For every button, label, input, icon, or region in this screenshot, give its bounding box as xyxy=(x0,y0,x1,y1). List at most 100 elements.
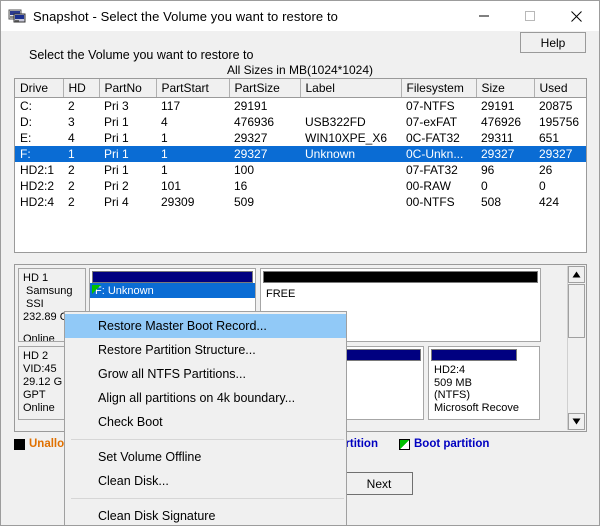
table-row[interactable]: E: 4 Pri 1 1 29327 WIN10XPE_X6 0C-FAT32 29311 65… xyxy=(15,130,586,146)
cell-partstart: 1 xyxy=(161,131,168,145)
menu-item[interactable]: Grow all NTFS Partitions... xyxy=(65,362,346,386)
snapshot-window: Snapshot - Select the Volume you want to… xyxy=(0,0,600,526)
cell-label xyxy=(300,178,401,194)
table-row[interactable]: D: 3 Pri 1 4 476936 USB322FD 07-exFAT 476926 195… xyxy=(15,114,586,130)
cell-used: 0 xyxy=(539,179,546,193)
column-header[interactable]: PartNo xyxy=(99,79,157,98)
cell-partno: Pri 1 xyxy=(104,115,129,129)
menu-item[interactable]: Restore Master Boot Record... xyxy=(65,314,346,338)
maximize-button[interactable] xyxy=(507,1,553,31)
cell-partno: Pri 4 xyxy=(104,195,129,209)
table-row[interactable]: HD2:42Pri 42930950900-NTFS50842484 xyxy=(15,194,586,210)
cell-partstart: 4 xyxy=(161,115,168,129)
cell-filesystem: 0C-FAT32 xyxy=(406,131,460,145)
menu-separator xyxy=(71,439,344,440)
scroll-up-icon[interactable] xyxy=(568,266,585,283)
partition-block-hd2-4[interactable]: HD2:4 509 MB (NTFS) Microsoft Recove xyxy=(428,346,540,420)
cell-partno: Pri 2 xyxy=(104,179,129,193)
volume-table[interactable]: Drive HD PartNo PartStart PartSize Label Files… xyxy=(14,78,587,253)
cell-drive: HD2:2 xyxy=(20,179,55,193)
table-row[interactable]: HD2:22Pri 21011600-RAW000 xyxy=(15,178,586,194)
cell-size: 29311 xyxy=(481,131,514,145)
cell-size: 476926 xyxy=(481,115,522,129)
table-row[interactable]: C:2Pri 31172919107-NTFS29191208758316 xyxy=(15,98,586,115)
menu-separator xyxy=(71,498,344,499)
cell-partsize: 509 xyxy=(234,195,255,209)
cell-size: 29327 xyxy=(476,146,534,162)
partition-bar xyxy=(263,271,538,283)
cell-partno: Pri 1 xyxy=(104,163,129,177)
next-button[interactable]: Next xyxy=(345,472,413,495)
column-header[interactable]: Label xyxy=(300,79,402,98)
cell-drive: E: xyxy=(20,131,32,145)
cell-used: 29327 xyxy=(534,146,586,162)
cell-filesystem: 07-FAT32 xyxy=(406,163,458,177)
cell-label xyxy=(300,194,401,210)
cell-size: 96 xyxy=(481,163,495,177)
menu-item[interactable]: Align all partitions on 4k boundary... xyxy=(65,386,346,410)
scroll-down-icon[interactable] xyxy=(568,413,585,430)
column-header[interactable]: Drive xyxy=(15,79,64,98)
column-header[interactable]: PartSize xyxy=(229,79,301,98)
cell-hd: 3 xyxy=(68,115,75,129)
cell-label xyxy=(300,162,401,178)
disk-context-menu[interactable]: Restore Master Boot Record... Restore Par… xyxy=(64,311,347,525)
cell-partsize: 16 xyxy=(234,179,248,193)
cell-partsize: 29327 xyxy=(234,131,268,145)
scrollbar-thumb[interactable] xyxy=(568,284,585,338)
column-header[interactable]: Filesystem xyxy=(401,79,477,98)
cell-partno: Pri 1 xyxy=(99,146,156,162)
menu-item[interactable]: Clean Disk Signature xyxy=(65,504,346,525)
cell-label xyxy=(300,98,401,115)
column-header[interactable]: Size xyxy=(476,79,535,98)
disk-map-scrollbar[interactable] xyxy=(567,266,585,430)
column-header[interactable]: HD xyxy=(63,79,100,98)
close-button[interactable] xyxy=(553,1,599,31)
cell-hd: 4 xyxy=(68,131,75,145)
unallocated-swatch-icon xyxy=(14,438,25,450)
cell-filesystem: 07-NTFS xyxy=(406,99,455,113)
cell-filesystem: 07-exFAT xyxy=(406,115,458,129)
cell-drive: C: xyxy=(20,99,32,113)
cell-partsize: 29327 xyxy=(229,146,300,162)
disk-model: Samsung SSI xyxy=(26,285,73,310)
cell-filesystem: 00-NTFS xyxy=(406,195,455,209)
minimize-button[interactable] xyxy=(461,1,507,31)
prompt-label: Select the Volume you want to restore to xyxy=(29,48,254,62)
cell-partstart: 29309 xyxy=(161,195,195,209)
cell-hd: 2 xyxy=(68,163,75,177)
column-header[interactable]: Used xyxy=(534,79,586,98)
menu-item[interactable]: Check Boot xyxy=(65,410,346,434)
cell-partsize: 100 xyxy=(234,163,255,177)
help-button[interactable]: Help xyxy=(520,32,586,53)
menu-item[interactable]: Restore Partition Structure... xyxy=(65,338,346,362)
table-body: C:2Pri 31172919107-NTFS29191208758316D:3… xyxy=(15,98,586,211)
cell-hd: 2 xyxy=(68,179,75,193)
legend-label: Boot partition xyxy=(414,438,490,450)
sizes-caption: All Sizes in MB(1024*1024) xyxy=(226,63,374,77)
menu-item[interactable]: Clean Disk... xyxy=(65,469,346,493)
column-header[interactable]: PartStart xyxy=(156,79,230,98)
legend-unallocated: Unallo xyxy=(14,438,64,450)
cell-partstart: 117 xyxy=(161,99,181,113)
table-header-row: Drive HD PartNo PartStart PartSize Label Files… xyxy=(15,79,586,98)
cell-drive: HD2:4 xyxy=(20,195,55,209)
table-row[interactable]: F: 1 Pri 1 1 29327 Unknown 0C-Unkn... 29327 2932… xyxy=(15,146,586,162)
partition-label: FREE xyxy=(266,288,296,300)
partition-label: HD2:4 509 MB (NTFS) Microsoft Recove xyxy=(434,364,519,414)
menu-item[interactable]: Set Volume Offline xyxy=(65,445,346,469)
table-row[interactable]: HD2:12Pri 1110007-FAT32962669 xyxy=(15,162,586,178)
cell-used: 20875 xyxy=(539,99,573,113)
boot-partition-swatch-icon xyxy=(399,438,410,450)
title-bar: Snapshot - Select the Volume you want to… xyxy=(1,1,599,31)
cell-hd: 2 xyxy=(68,195,75,209)
cell-filesystem: 0C-Unkn... xyxy=(401,146,476,162)
cell-used: 195756 xyxy=(539,115,580,129)
cell-hd: 1 xyxy=(63,146,99,162)
boot-flag-icon xyxy=(92,285,101,294)
cell-used: 26 xyxy=(539,163,553,177)
cell-drive: F: xyxy=(15,146,63,162)
cell-filesystem: 00-RAW xyxy=(406,179,451,193)
cell-used: 424 xyxy=(539,195,560,209)
snapshot-app-icon xyxy=(8,7,26,25)
